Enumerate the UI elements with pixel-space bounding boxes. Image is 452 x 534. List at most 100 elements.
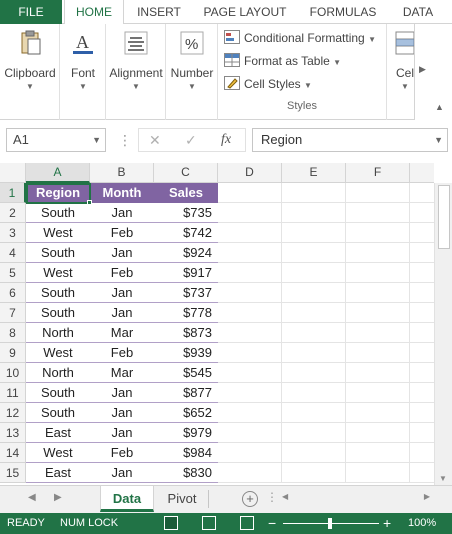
clipboard-button[interactable]: Clipboard ▼ [2,28,58,91]
page-layout-view-icon[interactable] [202,516,216,530]
row-header-10[interactable]: 10 [0,363,26,383]
normal-view-icon[interactable] [164,516,178,530]
insert-function-icon[interactable]: fx [221,132,231,148]
table-cell[interactable]: $984 [154,443,218,463]
table-cell[interactable]: $979 [154,423,218,443]
table-cell[interactable]: Jan [90,463,154,483]
cancel-icon[interactable]: ✕ [149,132,161,149]
row-header-3[interactable]: 3 [0,223,26,243]
table-cell[interactable]: $652 [154,403,218,423]
row-header-12[interactable]: 12 [0,403,26,423]
table-cell[interactable]: Feb [90,223,154,243]
row-header-14[interactable]: 14 [0,443,26,463]
row-header-8[interactable]: 8 [0,323,26,343]
table-cell[interactable]: West [26,263,90,283]
table-cell[interactable]: South [26,203,90,223]
next-sheet-icon[interactable]: ▶ [54,492,62,503]
column-header-g[interactable] [410,163,434,183]
column-header-e[interactable]: E [282,163,346,183]
table-cell[interactable]: Feb [90,343,154,363]
table-cell[interactable]: $545 [154,363,218,383]
chevron-down-icon[interactable]: ▼ [92,129,101,151]
add-sheet-icon[interactable]: + [242,491,258,507]
table-cell[interactable]: Jan [90,383,154,403]
row-header-2[interactable]: 2 [0,203,26,223]
row-header-15[interactable]: 15 [0,463,26,483]
row-header-11[interactable]: 11 [0,383,26,403]
more-options-icon[interactable]: ⋮ [118,132,132,149]
chevron-down-icon[interactable]: ▼ [434,129,443,151]
table-cell[interactable]: East [26,423,90,443]
more-options-icon[interactable]: ⋮ [266,490,278,504]
tab-home[interactable]: HOME [64,0,124,25]
enter-icon[interactable]: ✓ [185,132,197,149]
tab-page-layout[interactable]: PAGE LAYOUT [196,0,294,24]
table-cell[interactable]: $737 [154,283,218,303]
font-button[interactable]: A Font ▼ [60,28,106,91]
table-cell[interactable]: West [26,443,90,463]
zoom-in-button[interactable]: + [383,513,391,534]
select-all-corner[interactable] [0,163,26,183]
table-cell[interactable]: Jan [90,303,154,323]
table-cell[interactable]: Jan [90,283,154,303]
zoom-level[interactable]: 100% [408,513,436,534]
vertical-scrollbar[interactable]: ▼ [434,183,452,485]
formula-input[interactable]: Region ▼ [252,128,448,152]
row-header-7[interactable]: 7 [0,303,26,323]
table-cell[interactable]: $735 [154,203,218,223]
column-header-a[interactable]: A [26,163,90,183]
scroll-down-icon[interactable]: ▼ [439,474,447,483]
table-cell[interactable]: Mar [90,323,154,343]
number-button[interactable]: % Number ▼ [166,28,218,91]
row-header-6[interactable]: 6 [0,283,26,303]
table-cell[interactable]: Jan [90,203,154,223]
conditional-formatting-button[interactable]: Conditional Formatting ▼ [224,28,376,48]
table-cell[interactable]: $830 [154,463,218,483]
sheet-tab-data[interactable]: Data [100,486,154,512]
table-cell[interactable]: Jan [90,423,154,443]
table-cell[interactable]: Jan [90,403,154,423]
table-header-cell[interactable]: Sales [154,183,218,203]
table-cell[interactable]: $924 [154,243,218,263]
tab-file[interactable]: FILE [0,0,62,24]
column-header-c[interactable]: C [154,163,218,183]
table-cell[interactable]: South [26,403,90,423]
table-cell[interactable]: $742 [154,223,218,243]
table-cell[interactable]: $778 [154,303,218,323]
table-cell[interactable]: South [26,283,90,303]
row-header-9[interactable]: 9 [0,343,26,363]
scroll-right-icon[interactable]: ▶ [424,492,430,501]
alignment-button[interactable]: Alignment ▼ [106,28,166,91]
tab-insert[interactable]: INSERT [128,0,190,24]
sheet-tab-pivot[interactable]: Pivot [156,486,208,512]
table-cell[interactable]: South [26,383,90,403]
cell-styles-button[interactable]: Cell Styles ▼ [224,74,312,94]
zoom-out-button[interactable]: − [268,513,276,534]
table-cell[interactable]: Mar [90,363,154,383]
zoom-slider-thumb[interactable] [328,518,332,529]
fill-handle[interactable] [87,200,92,205]
table-cell[interactable]: $917 [154,263,218,283]
table-cell[interactable]: Jan [90,243,154,263]
table-cell[interactable]: Feb [90,443,154,463]
row-header-5[interactable]: 5 [0,263,26,283]
table-cell[interactable]: South [26,303,90,323]
row-header-13[interactable]: 13 [0,423,26,443]
table-cell[interactable]: $877 [154,383,218,403]
table-cell[interactable]: East [26,463,90,483]
table-cell[interactable]: West [26,343,90,363]
table-cell[interactable]: South [26,243,90,263]
row-header-4[interactable]: 4 [0,243,26,263]
table-cell[interactable]: $939 [154,343,218,363]
ribbon-scroll-right-icon[interactable]: ▶ [419,64,426,75]
table-cell[interactable]: Feb [90,263,154,283]
tab-formulas[interactable]: FORMULAS [302,0,384,24]
scroll-left-icon[interactable]: ◀ [282,492,288,501]
scrollbar-thumb[interactable] [438,185,450,249]
column-header-b[interactable]: B [90,163,154,183]
collapse-ribbon-icon[interactable]: ▲ [435,102,444,112]
table-cell[interactable]: North [26,363,90,383]
column-header-d[interactable]: D [218,163,282,183]
table-cell[interactable]: $873 [154,323,218,343]
table-header-cell[interactable]: Month [90,183,154,203]
